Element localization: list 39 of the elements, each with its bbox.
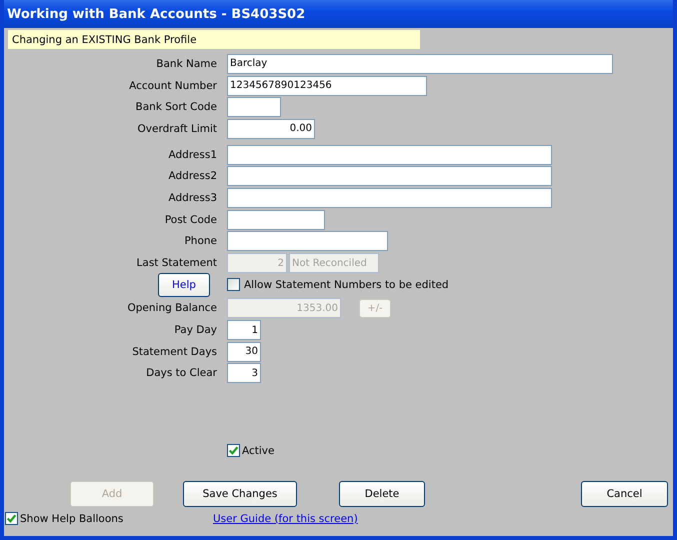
- status-banner: Changing an EXISTING Bank Profile: [8, 30, 420, 49]
- user-guide-link[interactable]: User Guide (for this screen): [213, 512, 358, 525]
- checkbox[interactable]: [5, 512, 18, 526]
- checkbox[interactable]: [227, 444, 240, 458]
- checkbox-label: Allow Statement Numbers to be edited: [244, 278, 449, 291]
- checkbox[interactable]: [227, 278, 240, 292]
- action-button[interactable]: Delete: [339, 481, 425, 508]
- input-field[interactable]: 0.00: [227, 118, 315, 139]
- field-label: Address2: [168, 170, 218, 182]
- field-label: Days to Clear: [145, 367, 218, 380]
- input-field[interactable]: 1: [227, 320, 261, 340]
- input-field[interactable]: [227, 144, 552, 165]
- input-field[interactable]: [227, 210, 325, 230]
- action-button[interactable]: Save Changes: [183, 481, 297, 508]
- window-title: Working with Bank Accounts - BS403S02: [7, 6, 306, 22]
- help-button[interactable]: Help: [158, 272, 210, 297]
- field-label: Statement Days: [131, 346, 218, 358]
- field-label: Post Code: [164, 214, 218, 226]
- action-button[interactable]: Cancel: [581, 481, 668, 508]
- input-field[interactable]: Barclay: [227, 54, 613, 74]
- field-label: Account Number: [128, 80, 218, 92]
- input-field[interactable]: 30: [227, 342, 261, 362]
- checkbox-label: Active: [242, 444, 274, 457]
- field-label: Overdraft Limit: [136, 122, 218, 135]
- input-field[interactable]: [227, 188, 552, 208]
- field-label: Bank Name: [155, 58, 218, 70]
- checkbox-label: Show Help Balloons: [20, 512, 124, 525]
- field-label: Address1: [168, 148, 218, 161]
- input-field[interactable]: [227, 97, 281, 118]
- input-field[interactable]: [227, 166, 552, 186]
- field-label: Address3: [168, 192, 218, 204]
- field-label: Opening Balance: [126, 302, 218, 314]
- input-field[interactable]: [227, 231, 388, 252]
- input-field[interactable]: 1234567890123456: [227, 76, 427, 96]
- field-label: Last Statement: [136, 257, 218, 270]
- input-field[interactable]: 3: [227, 363, 261, 384]
- field-label: Phone: [183, 235, 218, 248]
- field-label: Pay Day: [173, 324, 218, 336]
- field-label: Bank Sort Code: [134, 101, 218, 114]
